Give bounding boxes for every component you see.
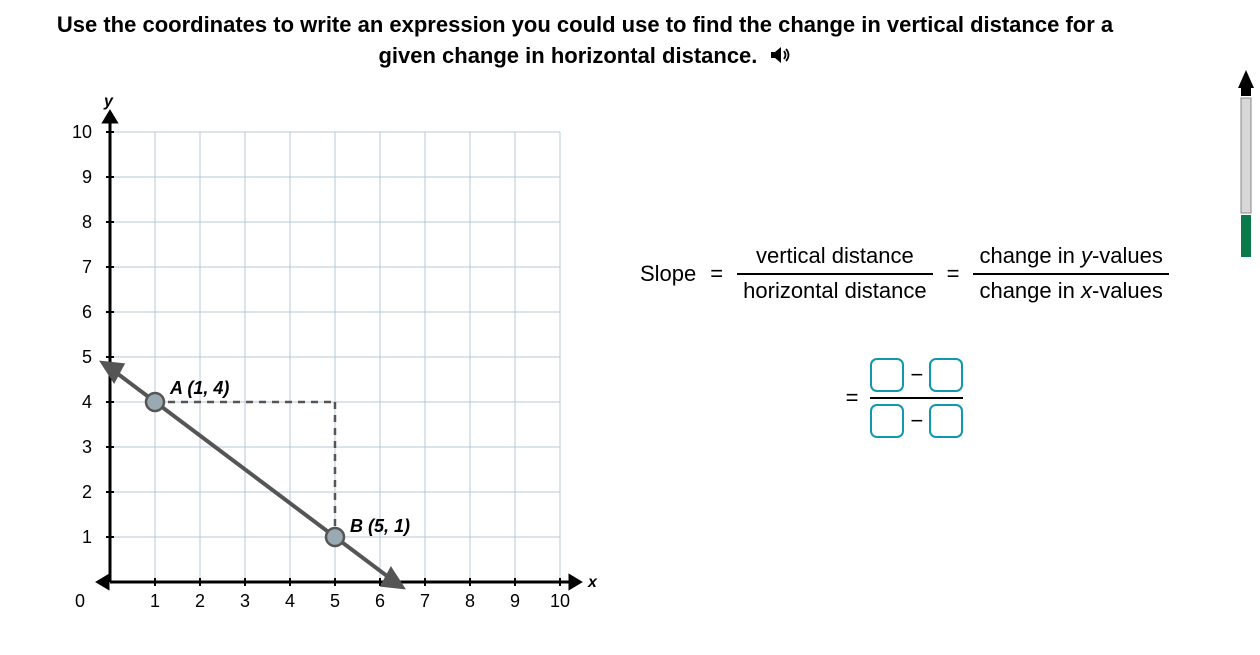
x-axis-label: x (587, 574, 598, 591)
horizontal-distance-label: horizontal distance (737, 275, 932, 306)
audio-icon[interactable] (770, 42, 792, 73)
tick-x-0: 0 (75, 591, 85, 611)
answer-box-2[interactable] (929, 358, 963, 392)
tick-x-9: 9 (510, 591, 520, 611)
y-axis-label: y (103, 93, 114, 110)
vertical-distance-label: vertical distance (750, 242, 920, 273)
change-y-label: change in y-values (973, 242, 1168, 273)
tick-y-9: 9 (82, 167, 92, 187)
answer-expression: = − − (640, 356, 1169, 440)
tick-y-8: 8 (82, 212, 92, 232)
tick-y-10: 10 (72, 122, 92, 142)
minus-icon: − (910, 362, 923, 388)
question-line1: Use the coordinates to write an expressi… (57, 12, 1113, 37)
tick-x-3: 3 (240, 591, 250, 611)
tick-x-4: 4 (285, 591, 295, 611)
tick-y-7: 7 (82, 257, 92, 277)
answer-equals: = (846, 385, 859, 411)
change-x-label: change in x-values (973, 275, 1168, 306)
minus-icon: − (910, 408, 923, 434)
fraction-change: change in y-values change in x-values (973, 242, 1168, 305)
answer-box-1[interactable] (870, 358, 904, 392)
question-text: Use the coordinates to write an expressi… (0, 0, 1260, 72)
tick-y-1: 1 (82, 527, 92, 547)
point-b-label: B (5, 1) (350, 516, 410, 536)
tick-x-7: 7 (420, 591, 430, 611)
pen-tool-icon[interactable] (1232, 70, 1260, 265)
point-a-label: A (1, 4) (169, 378, 229, 398)
tick-x-2: 2 (195, 591, 205, 611)
equals-sign-2: = (947, 261, 960, 287)
answer-box-4[interactable] (929, 404, 963, 438)
question-line2: given change in horizontal distance. (378, 43, 757, 68)
tick-y-5: 5 (82, 347, 92, 367)
tick-x-1: 1 (150, 591, 160, 611)
fraction-distance: vertical distance horizontal distance (737, 242, 932, 305)
tick-x-6: 6 (375, 591, 385, 611)
tick-y-3: 3 (82, 437, 92, 457)
tick-y-2: 2 (82, 482, 92, 502)
slope-formula: Slope = vertical distance horizontal dis… (640, 242, 1169, 439)
tick-y-6: 6 (82, 302, 92, 322)
coordinate-graph: A (1, 4) B (5, 1) x y 0 1 2 3 4 5 6 7 8 … (40, 92, 600, 612)
tick-x-8: 8 (465, 591, 475, 611)
equals-sign: = (710, 261, 723, 287)
tick-y-4: 4 (82, 392, 92, 412)
answer-box-3[interactable] (870, 404, 904, 438)
slope-label: Slope (640, 261, 696, 287)
tick-x-10: 10 (550, 591, 570, 611)
tick-x-5: 5 (330, 591, 340, 611)
